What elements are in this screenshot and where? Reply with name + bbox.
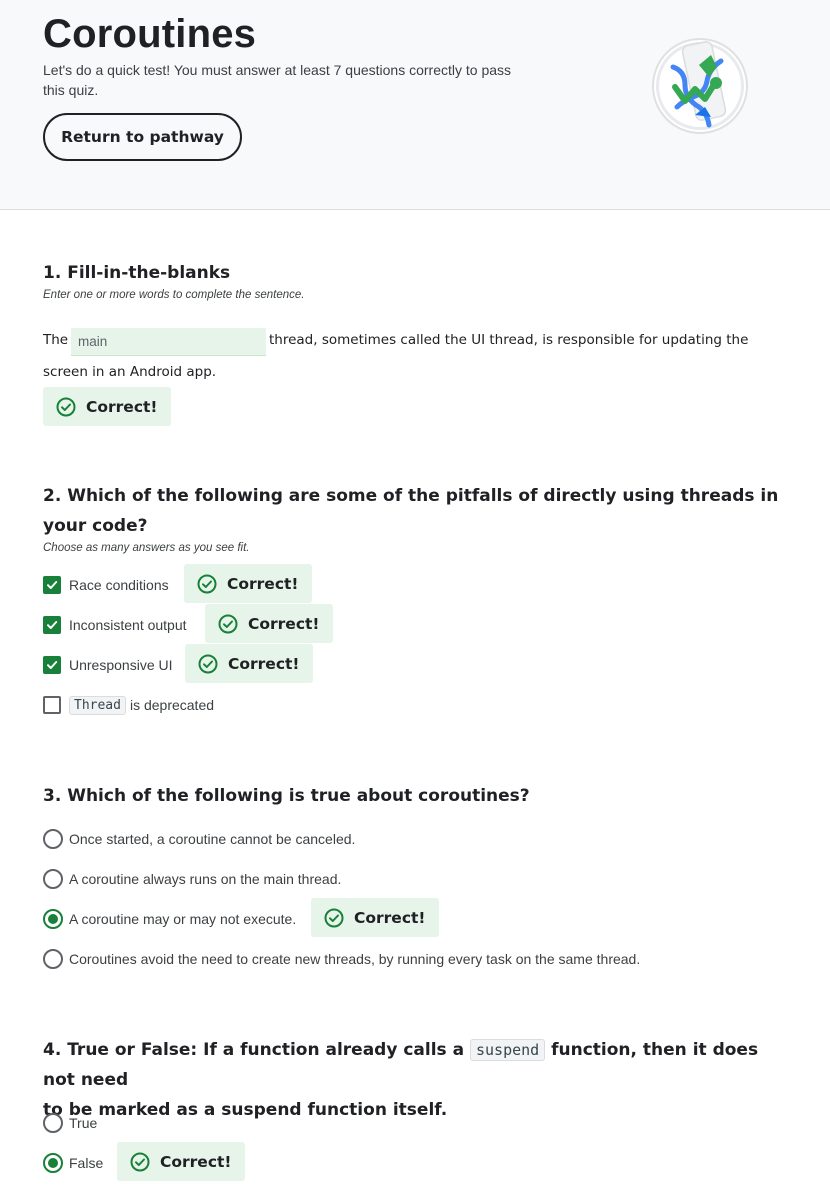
- checkmark-icon: [47, 621, 58, 629]
- question-3-option[interactable]: A coroutine may or may not execute.: [43, 909, 296, 929]
- question-2-option-1-correct-badge: Correct!: [184, 564, 312, 603]
- question-2-option[interactable]: Unresponsive UI: [43, 655, 173, 675]
- question-4-title-code: suspend: [469, 1039, 546, 1061]
- question-3-option[interactable]: Coroutines avoid the need to create new …: [43, 949, 640, 969]
- checkbox-checked[interactable]: [43, 616, 61, 634]
- question-2-option[interactable]: Thread is deprecated: [43, 695, 214, 715]
- question-4-option[interactable]: False: [43, 1153, 103, 1173]
- correct-label: Correct!: [228, 654, 300, 673]
- question-4-option[interactable]: True: [43, 1113, 97, 1133]
- radio-unselected[interactable]: [43, 869, 63, 889]
- correct-label: Correct!: [248, 614, 320, 633]
- question-4-title: 4. True or False: If a function already …: [43, 1035, 783, 1125]
- option-code: Thread: [69, 695, 126, 715]
- option-label: A coroutine may or may not execute.: [69, 911, 297, 927]
- question-1-correct-badge: Correct!: [43, 387, 171, 426]
- question-4-title-line2: to be marked as a suspend function itsel…: [43, 1100, 448, 1120]
- question-3-option[interactable]: A coroutine always runs on the main thre…: [43, 869, 341, 889]
- radio-unselected[interactable]: [43, 949, 63, 969]
- check-circle-icon: [197, 574, 217, 593]
- check-circle-icon: [56, 397, 76, 416]
- checkbox-checked[interactable]: [43, 576, 61, 594]
- option-label: Inconsistent output: [69, 617, 187, 633]
- question-2-option[interactable]: Inconsistent output: [43, 615, 187, 635]
- correct-label: Correct!: [354, 908, 426, 927]
- check-circle-icon: [324, 908, 344, 927]
- radio-unselected[interactable]: [43, 829, 63, 849]
- option-label: is deprecated: [129, 697, 215, 713]
- option-label: Race conditions: [69, 577, 169, 593]
- return-to-pathway-button[interactable]: Return to pathway: [43, 113, 242, 161]
- question-2-option-3-correct-badge: Correct!: [185, 644, 313, 683]
- correct-label: Correct!: [227, 574, 299, 593]
- checkmark-icon: [47, 661, 58, 669]
- check-circle-icon: [198, 654, 218, 673]
- question-3-correct-badge: Correct!: [311, 898, 439, 937]
- question-4-correct-badge: Correct!: [117, 1142, 245, 1181]
- check-circle-icon: [218, 614, 238, 633]
- checkmark-icon: [47, 581, 58, 589]
- option-label: False: [69, 1155, 104, 1171]
- question-2-option[interactable]: Race conditions: [43, 575, 169, 595]
- question-2-title: 2. Which of the following are some of th…: [43, 486, 779, 536]
- question-3-option[interactable]: Once started, a coroutine cannot be canc…: [43, 829, 355, 849]
- page-title: Coroutines: [43, 12, 257, 56]
- radio-unselected[interactable]: [43, 1113, 63, 1133]
- option-label: Unresponsive UI: [69, 657, 173, 673]
- android-coroutines-badge-icon: [652, 38, 748, 134]
- question-3-title: 3. Which of the following is true about …: [43, 786, 530, 806]
- quiz-header: Coroutines Let's do a quick test! You mu…: [0, 0, 830, 210]
- question-1-suffix-line2: screen in an Android app.: [43, 364, 217, 380]
- radio-selected[interactable]: [43, 909, 63, 929]
- question-1-suffix-line1: thread, sometimes called the UI thread, …: [269, 332, 749, 348]
- question-1-hint: Enter one or more words to complete the …: [43, 289, 305, 301]
- question-1-blank-input[interactable]: [71, 328, 266, 356]
- option-label: Once started, a coroutine cannot be canc…: [69, 831, 356, 847]
- page-subtitle: Let's do a quick test! You must answer a…: [43, 62, 512, 98]
- option-label: A coroutine always runs on the main thre…: [69, 871, 342, 887]
- option-label: Coroutines avoid the need to create new …: [69, 951, 641, 967]
- question-4-title-part1: 4. True or False: If a function already …: [43, 1040, 465, 1060]
- question-1-prefix: The: [43, 332, 69, 348]
- checkbox-unchecked[interactable]: [43, 696, 61, 714]
- radio-selected[interactable]: [43, 1153, 63, 1173]
- checkbox-checked[interactable]: [43, 656, 61, 674]
- correct-label: Correct!: [160, 1152, 232, 1171]
- question-1-title: 1. Fill-in-the-blanks: [43, 263, 231, 283]
- option-label: True: [69, 1115, 98, 1131]
- correct-label: Correct!: [86, 397, 158, 416]
- question-2-hint: Choose as many answers as you see fit.: [43, 542, 250, 554]
- check-circle-icon: [130, 1152, 150, 1171]
- question-2-option-2-correct-badge: Correct!: [205, 604, 333, 643]
